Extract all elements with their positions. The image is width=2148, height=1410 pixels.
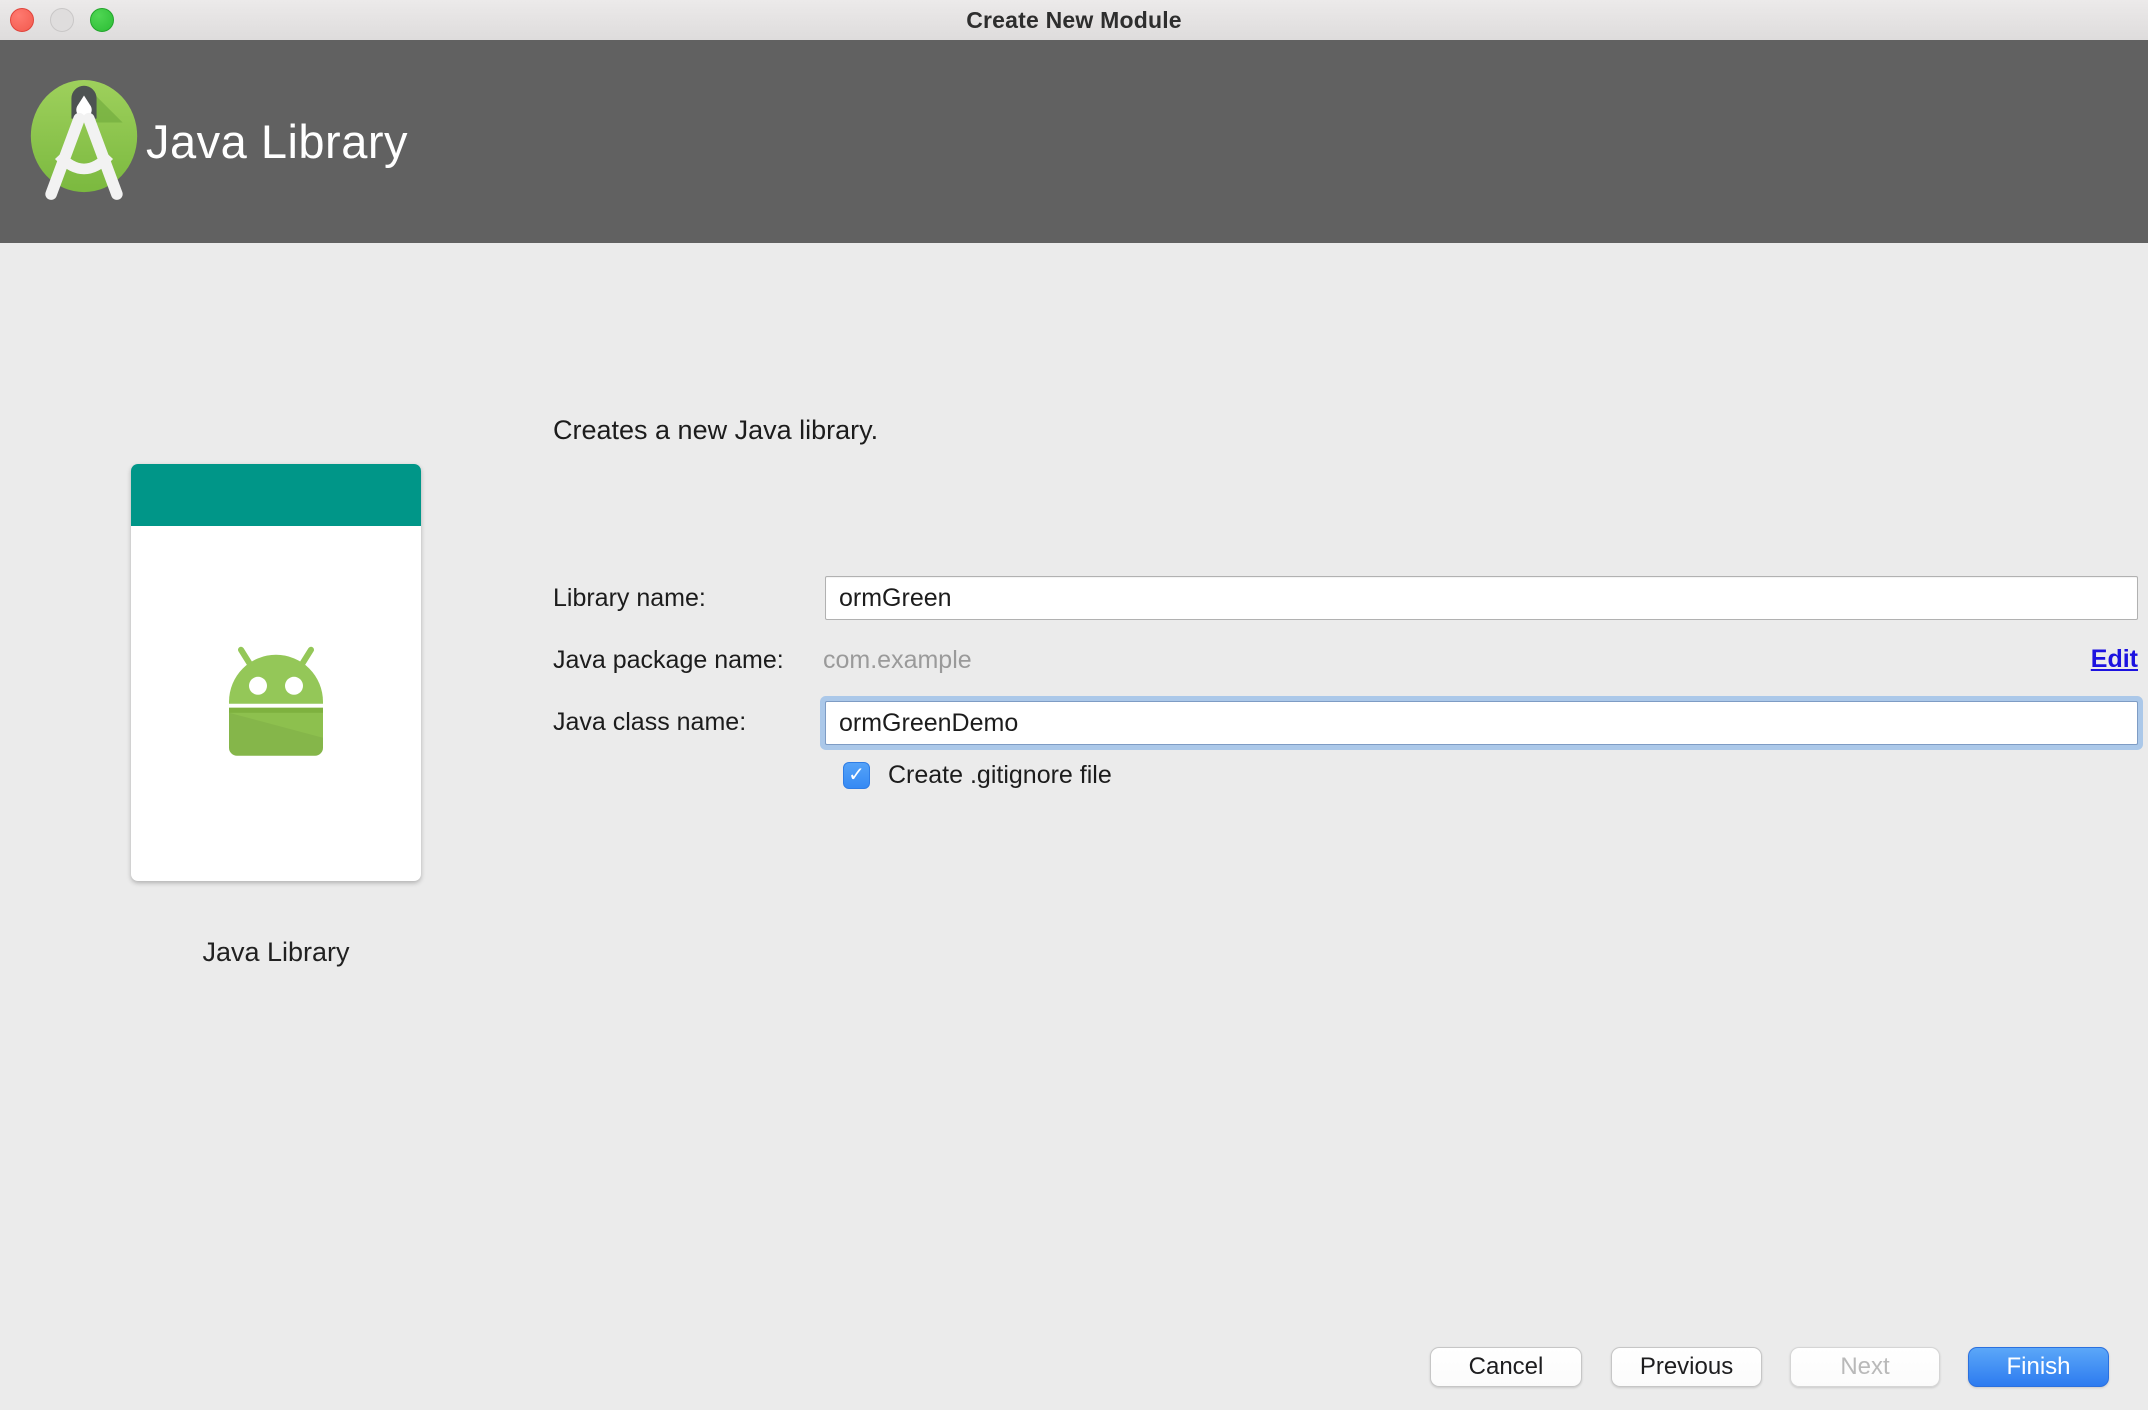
class-name-input[interactable] (825, 701, 2138, 745)
next-button: Next (1790, 1347, 1940, 1387)
window-title: Create New Module (966, 6, 1182, 33)
library-name-input[interactable] (825, 576, 2138, 620)
package-name-label: Java package name: (553, 646, 784, 674)
titlebar: Create New Module (0, 0, 2148, 40)
traffic-lights (0, 0, 114, 40)
previous-button[interactable]: Previous (1611, 1347, 1762, 1387)
android-studio-logo-icon (30, 80, 138, 200)
gitignore-label: Create .gitignore file (888, 761, 1112, 789)
template-card (131, 464, 421, 881)
page-description: Creates a new Java library. (553, 415, 879, 445)
content-area: Java Library Creates a new Java library.… (0, 243, 2148, 1410)
library-name-label: Library name: (553, 584, 706, 612)
template-card-body (131, 526, 421, 881)
finish-button[interactable]: Finish (1968, 1347, 2109, 1387)
wizard-title: Java Library (146, 115, 408, 168)
gitignore-row: ✓ Create .gitignore file (843, 761, 1112, 790)
android-robot-icon (229, 646, 323, 756)
checkmark-icon: ✓ (848, 763, 865, 786)
zoom-window-icon[interactable] (90, 8, 114, 32)
edit-package-link[interactable]: Edit (2091, 645, 2138, 674)
close-window-icon[interactable] (10, 8, 34, 32)
cancel-button[interactable]: Cancel (1430, 1347, 1582, 1387)
minimize-window-icon (50, 8, 74, 32)
create-new-module-dialog: Create New Module Java Library Java Libr… (0, 0, 2148, 1410)
wizard-header: Java Library (0, 40, 2148, 243)
gitignore-checkbox[interactable]: ✓ (843, 762, 870, 789)
package-name-value: com.example (823, 646, 972, 674)
class-name-label: Java class name: (553, 708, 747, 736)
template-card-banner (131, 464, 421, 526)
template-card-label: Java Library (202, 937, 350, 967)
